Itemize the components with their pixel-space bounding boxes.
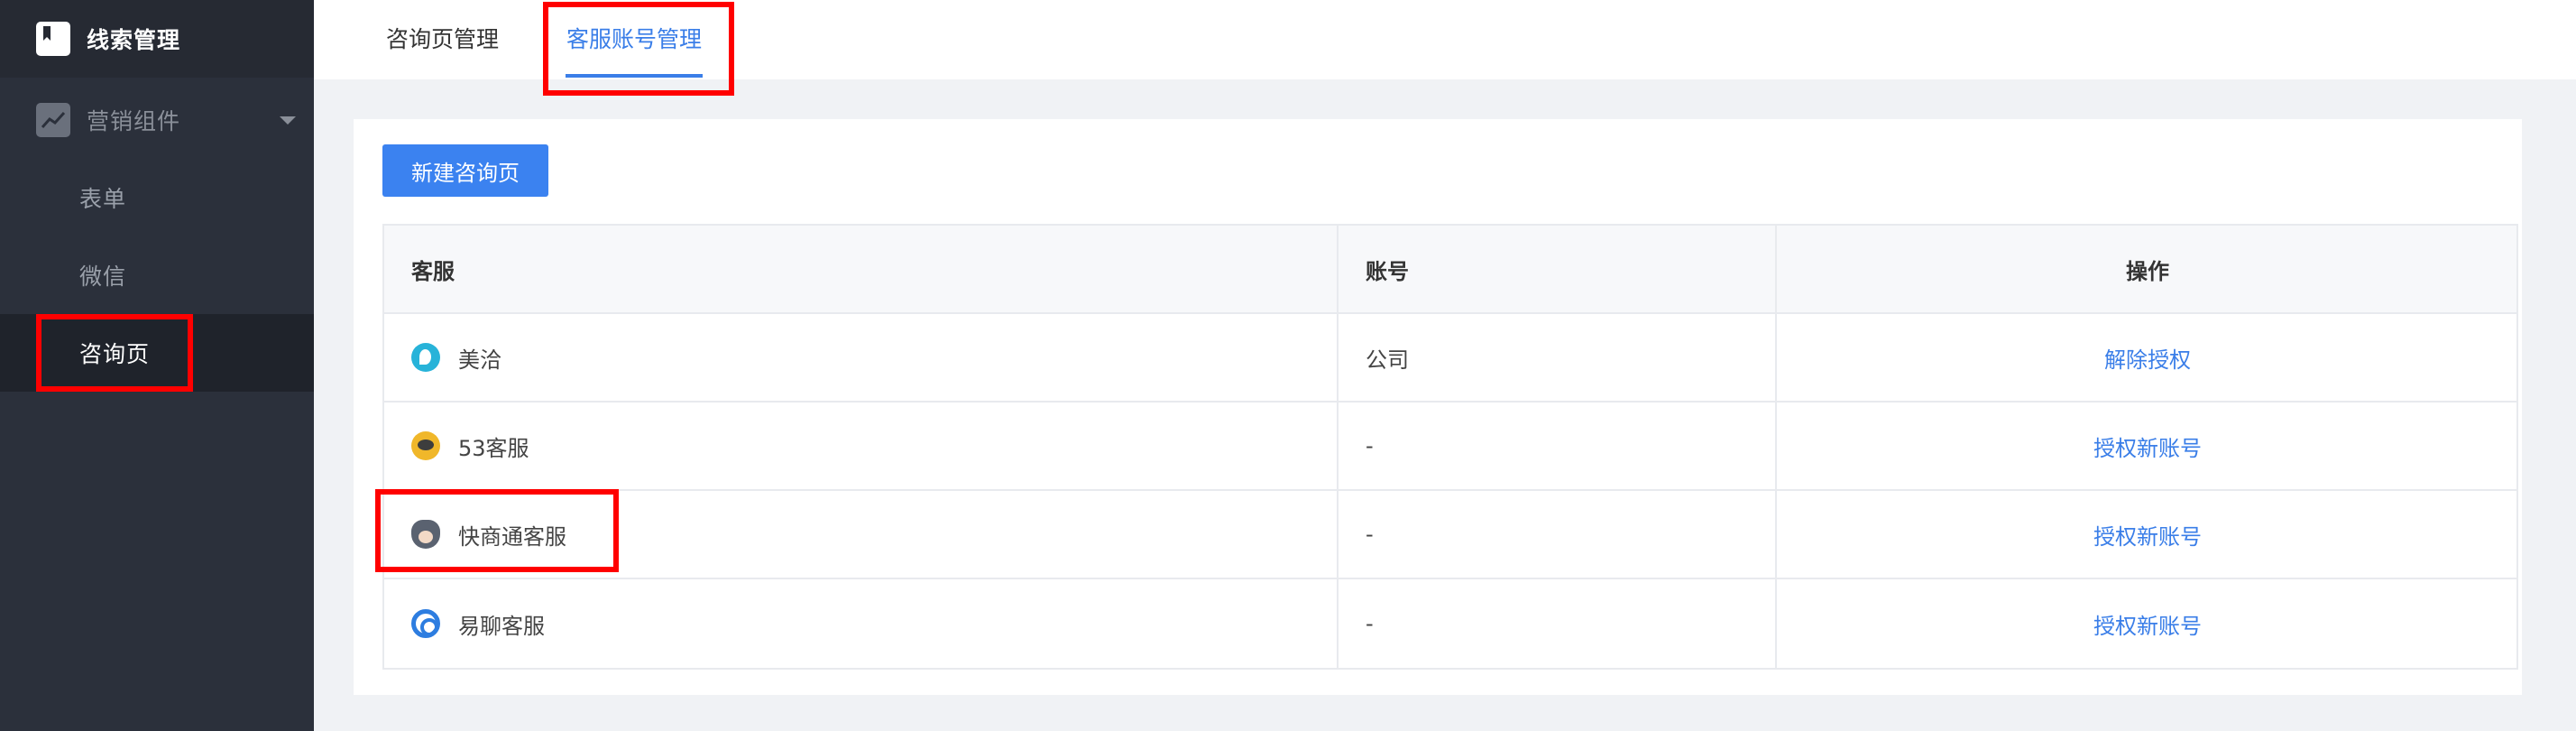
service-cell: 53客服 [384, 403, 1339, 489]
sidebar: 线索管理 营销组件 表单 微信 咨询页 [0, 0, 314, 731]
kuaishangtong-icon [411, 520, 440, 549]
account-cell: - [1339, 491, 1777, 578]
sidebar-item-form[interactable]: 表单 [0, 159, 314, 236]
meiqia-icon [411, 343, 440, 372]
column-header-service: 客服 [384, 226, 1339, 312]
sidebar-title: 线索管理 [87, 27, 181, 53]
yiliao-icon [411, 609, 440, 638]
service-cell: 美洽 [384, 314, 1339, 401]
line-chart-icon [36, 103, 70, 137]
active-tab-indicator [566, 74, 703, 78]
action-cell: 解除授权 [1777, 314, 2518, 401]
service-cell: 易聊客服 [384, 579, 1339, 668]
tab-consult-page-management[interactable]: 咨询页管理 [386, 0, 499, 79]
tab-bar: 咨询页管理 客服账号管理 [314, 0, 2576, 79]
table-row: 易聊客服 - 授权新账号 [384, 579, 2516, 668]
authorize-new-account-link[interactable]: 授权新账号 [2093, 430, 2202, 462]
action-cell: 授权新账号 [1777, 491, 2518, 578]
sidebar-item-label: 微信 [79, 264, 127, 290]
sidebar-item-label: 表单 [79, 186, 127, 212]
53kf-icon [411, 431, 440, 460]
account-cell: 公司 [1339, 314, 1777, 401]
sidebar-header[interactable]: 线索管理 [0, 0, 314, 78]
new-consult-page-button[interactable]: 新建咨询页 [382, 144, 548, 197]
table-row: 美洽 公司 解除授权 [384, 314, 2516, 403]
revoke-authorization-link[interactable]: 解除授权 [2104, 342, 2191, 374]
service-name: 53客服 [458, 435, 529, 461]
account-cell: - [1339, 403, 1777, 489]
service-name: 易聊客服 [458, 613, 545, 639]
service-account-table: 客服 账号 操作 美洽 公司 解除授权 53客服 - 授权新账号 快商通客服 -… [382, 224, 2518, 670]
authorize-new-account-link[interactable]: 授权新账号 [2093, 519, 2202, 551]
main-panel: 新建咨询页 客服 账号 操作 美洽 公司 解除授权 53客服 - 授权新账号 快… [354, 119, 2522, 695]
column-header-account: 账号 [1339, 226, 1777, 312]
sidebar-group-label: 营销组件 [87, 108, 181, 134]
service-name: 美洽 [458, 347, 501, 373]
service-name: 快商通客服 [458, 523, 566, 550]
action-cell: 授权新账号 [1777, 403, 2518, 489]
action-cell: 授权新账号 [1777, 579, 2518, 668]
table-row: 快商通客服 - 授权新账号 [384, 491, 2516, 579]
table-header-row: 客服 账号 操作 [384, 226, 2516, 314]
sidebar-item-consult-page[interactable]: 咨询页 [0, 314, 314, 392]
bookmark-icon [36, 22, 70, 56]
sidebar-item-wechat[interactable]: 微信 [0, 236, 314, 314]
account-cell: - [1339, 579, 1777, 668]
column-header-action: 操作 [2126, 258, 2169, 284]
sidebar-item-label: 咨询页 [79, 341, 151, 367]
table-row: 53客服 - 授权新账号 [384, 403, 2516, 491]
sidebar-group-marketing[interactable]: 营销组件 [0, 81, 314, 159]
tab-service-account-management[interactable]: 客服账号管理 [566, 0, 702, 79]
service-cell: 快商通客服 [384, 491, 1339, 578]
caret-down-icon[interactable] [280, 116, 296, 125]
authorize-new-account-link[interactable]: 授权新账号 [2093, 608, 2202, 640]
